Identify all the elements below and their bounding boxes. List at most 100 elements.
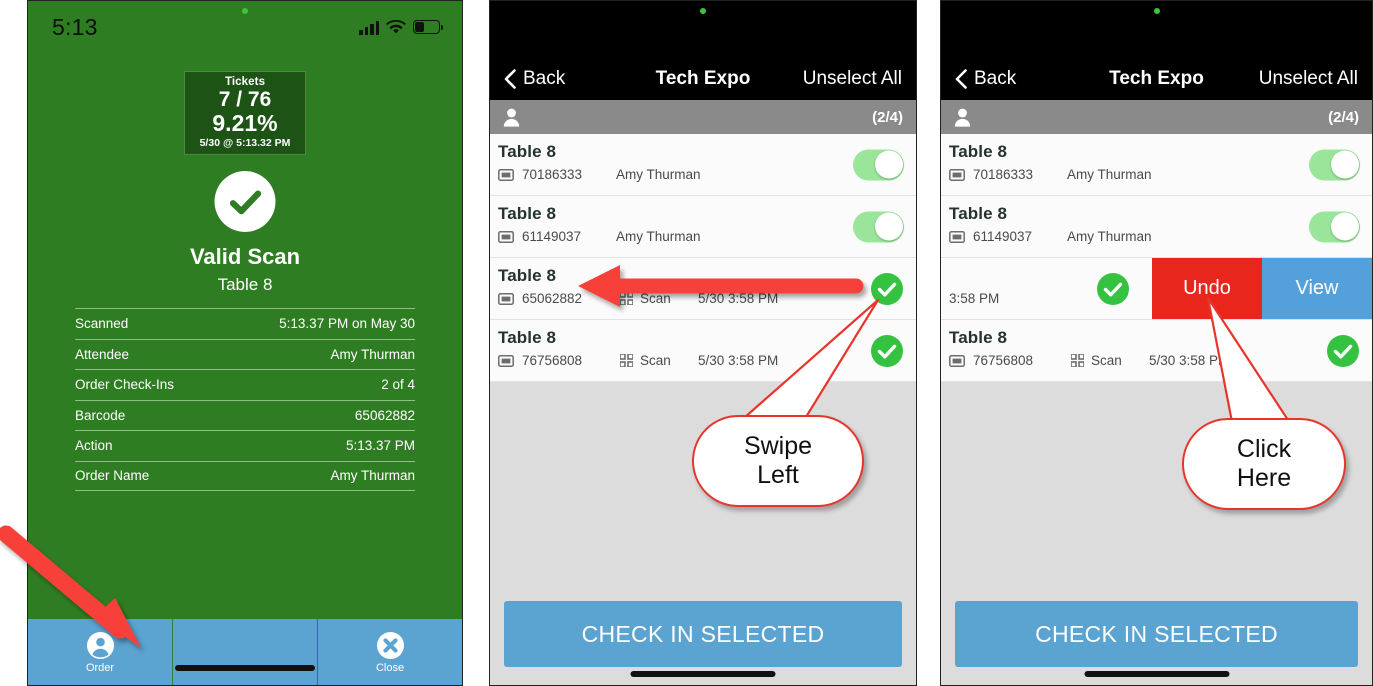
attendee-count-bar: (2/4) xyxy=(941,100,1372,134)
ticket-icon xyxy=(498,292,514,305)
bottom-tab-bar: Order Close xyxy=(28,619,462,685)
detail-key: Action xyxy=(75,438,113,454)
wifi-icon xyxy=(386,19,406,35)
camera-indicator-dot xyxy=(700,8,706,14)
screenshot-stage: 5:13 Tickets 7 / 76 9.21% 5/30 @ 5:13.32… xyxy=(0,0,1373,686)
list-item-swiped[interactable]: 3:58 PM Undo View xyxy=(941,258,1372,320)
ticket-icon xyxy=(498,168,514,181)
list-item[interactable]: Table 8 65062882 Scan 5/30 3:58 PM xyxy=(490,258,916,320)
home-indicator xyxy=(630,671,776,677)
attendee-list: Table 8 70186333 Amy Thurman Table 8 611… xyxy=(941,134,1372,685)
person-circle-icon xyxy=(86,631,115,660)
list-item[interactable]: Table 8 70186333 Amy Thurman xyxy=(941,134,1372,196)
detail-row: Action 5:13.37 PM xyxy=(75,430,415,461)
tickets-percent: 9.21% xyxy=(212,110,278,137)
callout-swipe-left: Swipe Left xyxy=(692,415,864,507)
row-title: Table 8 xyxy=(949,204,1008,223)
status-time: 5:13 xyxy=(52,13,98,40)
detail-key: Attendee xyxy=(75,346,130,362)
tab-close[interactable]: Close xyxy=(317,619,462,685)
unselect-all-button[interactable]: Unselect All xyxy=(1259,68,1372,90)
ticket-icon xyxy=(498,230,514,243)
row-toggle[interactable] xyxy=(1309,149,1360,180)
tab-order[interactable]: Order xyxy=(28,619,172,685)
detail-row: Order Check-Ins 2 of 4 xyxy=(75,369,415,400)
row-toggle[interactable] xyxy=(853,149,904,180)
selected-count: (2/4) xyxy=(872,108,903,126)
row-name: Amy Thurman xyxy=(1067,229,1152,244)
row-toggle[interactable] xyxy=(853,211,904,242)
nav-bar: Back Tech Expo Unselect All xyxy=(941,58,1372,100)
row-time: 5/30 3:58 PM xyxy=(1149,353,1230,368)
row-title: Table 8 xyxy=(498,328,557,347)
detail-key: Barcode xyxy=(75,407,126,423)
checked-in-icon xyxy=(871,272,903,305)
row-title: Table 8 xyxy=(949,328,1008,347)
list-item[interactable]: Table 8 76756808 Scan 5/30 3:58 PM xyxy=(490,320,916,382)
list-item[interactable]: Table 8 61149037 Amy Thurman xyxy=(490,196,916,258)
close-circle-icon xyxy=(376,631,405,660)
row-barcode: 70186333 xyxy=(522,167,583,182)
tickets-timestamp: 5/30 @ 5:13.32 PM xyxy=(199,137,291,150)
attendee-list: Table 8 70186333 Amy Thurman Table 8 611… xyxy=(490,134,916,685)
callout-click-here: Click Here xyxy=(1182,418,1346,510)
row-content-partial: 3:58 PM xyxy=(941,258,1141,319)
detail-value: 5:13.37 PM on May 30 xyxy=(279,316,415,332)
tickets-label: Tickets xyxy=(224,76,266,88)
row-scan-label: Scan xyxy=(640,291,671,306)
row-barcode: 61149037 xyxy=(973,229,1033,244)
toggle-knob xyxy=(1330,212,1359,241)
row-title: Table 8 xyxy=(949,142,1008,161)
back-button[interactable]: Back xyxy=(941,68,1016,90)
checked-in-icon xyxy=(1097,272,1129,305)
row-content: Table 8 65062882 Scan 5/30 3:58 PM xyxy=(490,258,916,319)
check-in-selected-button[interactable]: CHECK IN SELECTED xyxy=(504,601,902,667)
view-button[interactable]: View xyxy=(1262,258,1372,319)
check-in-selected-button[interactable]: CHECK IN SELECTED xyxy=(955,601,1358,667)
row-content: Table 8 76756808 Scan 5/30 3:58 PM xyxy=(941,320,1372,381)
swipe-action-buttons: Undo View xyxy=(1152,258,1372,319)
list-item[interactable]: Table 8 70186333 Amy Thurman xyxy=(490,134,916,196)
list-item[interactable]: Table 8 61149037 Amy Thurman xyxy=(941,196,1372,258)
callout-swipe-left-text: Swipe Left xyxy=(743,431,813,490)
ticket-icon xyxy=(498,354,514,367)
row-barcode: 70186333 xyxy=(973,167,1034,182)
chevron-left-icon xyxy=(955,69,967,89)
tab-spacer xyxy=(172,619,317,685)
check-circle-icon xyxy=(214,171,276,232)
row-meta: 70186333 Amy Thurman xyxy=(949,167,1372,182)
row-content: Table 8 76756808 Scan 5/30 3:58 PM xyxy=(490,320,916,381)
back-button[interactable]: Back xyxy=(490,68,565,90)
row-content: Table 8 61149037 Amy Thurman xyxy=(941,196,1372,257)
scan-result-subtitle: Table 8 xyxy=(217,275,273,294)
person-icon xyxy=(503,108,520,127)
status-bar: 5:13 xyxy=(28,1,462,53)
row-scan-label: Scan xyxy=(1091,353,1122,368)
detail-key: Order Check-Ins xyxy=(75,377,175,393)
status-icons xyxy=(359,19,444,35)
scan-detail-list: Scanned 5:13.37 PM on May 30 Attendee Am… xyxy=(75,308,415,491)
row-barcode: 61149037 xyxy=(522,229,582,244)
row-time: 5/30 3:58 PM xyxy=(698,291,779,306)
row-content: Table 8 70186333 Amy Thurman xyxy=(941,134,1372,195)
row-scan-label: Scan xyxy=(640,353,671,368)
detail-row: Barcode 65062882 xyxy=(75,399,415,431)
toggle-knob xyxy=(874,212,903,241)
back-label: Back xyxy=(523,68,566,89)
qr-code-icon xyxy=(619,291,634,306)
phone-panel-swipe-actions: Back Tech Expo Unselect All (2/4) Table … xyxy=(940,0,1373,686)
detail-value: Amy Thurman xyxy=(330,346,415,362)
phone-panel-list-swipe: Back Tech Expo Unselect All (2/4) Table … xyxy=(489,0,917,686)
unselect-all-button[interactable]: Unselect All xyxy=(803,68,916,90)
detail-key: Order Name xyxy=(75,468,150,484)
scan-result-title: Valid Scan xyxy=(189,244,301,269)
undo-button[interactable]: Undo xyxy=(1152,258,1262,319)
row-barcode: 65062882 xyxy=(522,291,583,306)
detail-row: Order Name Amy Thurman xyxy=(75,460,415,491)
row-time: 3:58 PM xyxy=(949,291,1000,306)
detail-value: 65062882 xyxy=(354,407,415,423)
battery-icon xyxy=(413,20,444,34)
list-item[interactable]: Table 8 76756808 Scan 5/30 3:58 PM xyxy=(941,320,1372,382)
tab-close-label: Close xyxy=(375,661,405,674)
row-toggle[interactable] xyxy=(1309,211,1360,242)
